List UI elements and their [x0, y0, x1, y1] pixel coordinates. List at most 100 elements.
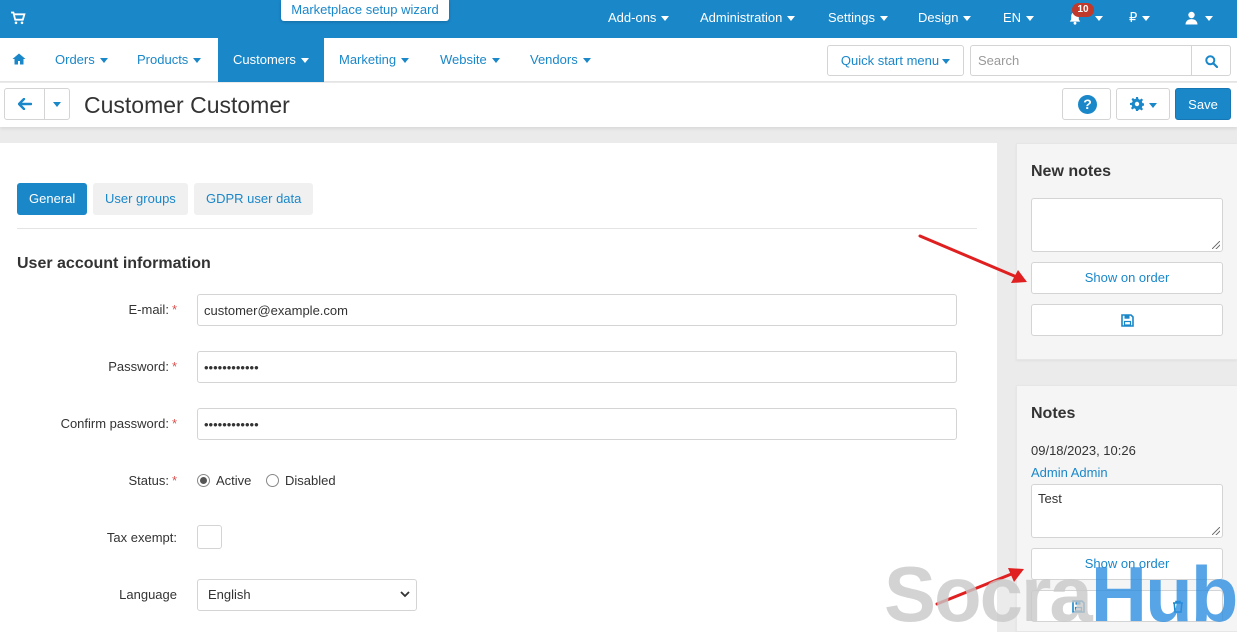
chevron-down-icon	[787, 16, 796, 22]
search-button[interactable]	[1191, 45, 1231, 76]
nav-products[interactable]: Products	[137, 38, 202, 82]
chevron-down-icon	[661, 16, 670, 22]
status-active-radio[interactable]	[197, 474, 210, 487]
menu-administration[interactable]: Administration	[700, 0, 796, 38]
new-notes-panel: New notes Show on order	[1016, 143, 1237, 360]
menu-currency[interactable]: ₽	[1129, 0, 1151, 38]
question-icon: ?	[1078, 95, 1097, 114]
note-date: 09/18/2023, 10:26	[1031, 443, 1136, 458]
quick-start-menu-label: Quick start menu	[840, 53, 940, 68]
settings-dropdown-button[interactable]	[1116, 88, 1170, 120]
chevron-down-icon	[1205, 16, 1213, 22]
tab-user-groups[interactable]: User groups	[93, 183, 188, 215]
tax-exempt-checkbox[interactable]	[197, 525, 222, 549]
section-title: User account information	[17, 255, 211, 272]
confirm-password-label-text: Confirm password:	[60, 416, 169, 431]
status-disabled-radio[interactable]	[266, 474, 279, 487]
menu-language[interactable]: EN	[1003, 0, 1035, 38]
new-notes-title: New notes	[1031, 163, 1112, 180]
status-active-label[interactable]: Active	[216, 473, 251, 488]
note-textarea[interactable]: Test	[1031, 484, 1223, 538]
confirm-password-field[interactable]	[197, 408, 957, 440]
nav-orders[interactable]: Orders	[55, 38, 108, 82]
customer-form-panel: General User groups GDPR user data User …	[0, 143, 997, 632]
nav-orders-label: Orders	[55, 52, 95, 67]
new-note-save-button[interactable]	[1031, 304, 1223, 336]
resize-grip-icon[interactable]	[1212, 527, 1220, 535]
top-bar: Marketplace setup wizard Add-ons Adminis…	[0, 0, 1237, 38]
nav-vendors[interactable]: Vendors	[530, 38, 591, 82]
language-select-value: English	[208, 587, 251, 602]
new-note-textarea[interactable]	[1031, 198, 1223, 252]
note-author[interactable]: Admin Admin	[1031, 465, 1108, 480]
password-label-text: Password:	[108, 359, 169, 374]
notifications-dropdown[interactable]	[1090, 0, 1103, 38]
chevron-down-icon	[942, 59, 951, 65]
menu-settings-label: Settings	[828, 10, 875, 25]
chevron-down-icon	[99, 58, 108, 64]
currency-label: ₽	[1129, 10, 1138, 25]
note-actions-row	[1031, 590, 1223, 622]
chevron-down-icon	[400, 591, 410, 598]
nav-products-label: Products	[137, 52, 189, 67]
user-menu-dropdown[interactable]	[1200, 0, 1213, 38]
user-icon[interactable]	[1185, 11, 1198, 25]
new-note-show-on-order-button[interactable]: Show on order	[1031, 262, 1223, 294]
page-title: Customer Customer	[84, 92, 290, 118]
back-button[interactable]	[4, 88, 45, 120]
trash-icon[interactable]	[1172, 600, 1184, 613]
menu-administration-label: Administration	[700, 10, 783, 25]
tax-exempt-label: Tax exempt:	[106, 530, 177, 545]
status-label: Status: *	[128, 473, 177, 488]
marketplace-setup-wizard-button[interactable]: Marketplace setup wizard	[281, 0, 449, 21]
search-icon	[1205, 55, 1218, 68]
tabs-divider	[17, 228, 977, 229]
notes-title: Notes	[1031, 405, 1076, 422]
nav-customers[interactable]: Customers	[218, 38, 324, 82]
nav-customers-label: Customers	[233, 52, 296, 67]
back-history-dropdown[interactable]	[44, 88, 70, 120]
email-label-text: E-mail:	[128, 302, 169, 317]
tab-gdpr-user-data[interactable]: GDPR user data	[194, 183, 314, 215]
email-field[interactable]	[197, 294, 957, 326]
menu-add-ons-label: Add-ons	[608, 10, 657, 25]
search-input[interactable]	[970, 45, 1192, 76]
floppy-disk-icon	[1121, 314, 1134, 327]
menu-design[interactable]: Design	[918, 0, 972, 38]
menu-settings[interactable]: Settings	[828, 0, 888, 38]
status-disabled-label[interactable]: Disabled	[285, 473, 336, 488]
nav-marketing[interactable]: Marketing	[339, 38, 410, 82]
nav-vendors-label: Vendors	[530, 52, 578, 67]
help-button[interactable]: ?	[1062, 88, 1111, 120]
chevron-down-icon	[1149, 103, 1157, 108]
required-marker: *	[171, 473, 177, 488]
quick-start-menu-button[interactable]: Quick start menu	[827, 45, 964, 76]
chevron-down-icon	[1142, 16, 1151, 22]
menu-language-label: EN	[1003, 10, 1022, 25]
note-show-on-order-button[interactable]: Show on order	[1031, 548, 1223, 580]
home-icon[interactable]	[12, 53, 26, 65]
email-label: E-mail: *	[128, 302, 177, 317]
notes-panel: Notes 09/18/2023, 10:26 Admin Admin Test…	[1016, 385, 1237, 632]
chevron-down-icon	[879, 16, 888, 22]
confirm-password-label: Confirm password: *	[61, 416, 177, 431]
tab-general[interactable]: General	[17, 183, 88, 215]
save-button[interactable]: Save	[1175, 88, 1231, 120]
cart-icon[interactable]	[10, 11, 26, 25]
status-label-text: Status:	[128, 473, 169, 488]
password-label: Password: *	[108, 359, 177, 374]
nav-website[interactable]: Website	[440, 38, 500, 82]
required-marker: *	[171, 359, 177, 374]
floppy-disk-icon[interactable]	[1072, 600, 1085, 613]
chevron-down-icon	[963, 16, 972, 22]
language-select[interactable]: English	[197, 579, 417, 611]
resize-grip-icon[interactable]	[1212, 241, 1220, 249]
password-field[interactable]	[197, 351, 957, 383]
chevron-down-icon	[193, 58, 202, 64]
chevron-down-icon	[1026, 16, 1035, 22]
menu-design-label: Design	[918, 10, 959, 25]
required-marker: *	[171, 302, 177, 317]
main-nav: Orders Products Customers Marketing Webs…	[0, 38, 1237, 82]
menu-add-ons[interactable]: Add-ons	[608, 0, 670, 38]
chevron-down-icon	[53, 102, 61, 108]
